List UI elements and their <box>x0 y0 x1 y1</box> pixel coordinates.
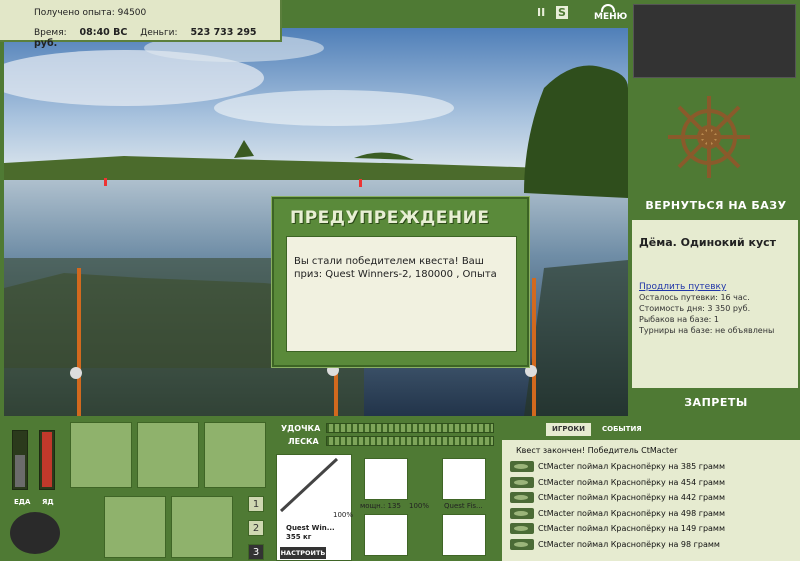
log-events: CtMacter поймал Краснопёрку на 385 грамм… <box>502 459 800 552</box>
fish-icon <box>510 538 534 550</box>
line-slot[interactable] <box>442 458 486 500</box>
vegetable-basket-slot[interactable] <box>104 496 166 558</box>
reel-percent: 100% <box>409 502 430 510</box>
menu-label: МЕНЮ <box>594 12 628 22</box>
log-event-row: CtMacter поймал Краснопёрку на 385 грамм <box>502 459 800 475</box>
fish-icon <box>510 492 534 503</box>
rod-icon <box>279 457 339 513</box>
setup-button[interactable]: НАСТРОИТЬ <box>280 547 326 559</box>
minimap-area <box>633 4 796 78</box>
event-log[interactable]: Квест закончен! Победитель CtMacter CtMa… <box>502 440 800 561</box>
log-event-text: CtMacter поймал Краснопёрку на 149 грамм <box>538 524 725 533</box>
extend-permit-link[interactable]: Продлить путевку <box>639 282 791 292</box>
experience-value: 94500 <box>117 8 147 18</box>
pause-icon[interactable]: II <box>537 6 545 19</box>
menu-button[interactable]: МЕНЮ <box>594 4 627 24</box>
log-event-row: CtMacter поймал Краснопёрку на 498 грамм <box>502 506 800 522</box>
warning-dialog[interactable]: ПРЕДУПРЕЖДЕНИЕ Вы стали победителем квес… <box>272 197 529 367</box>
log-event-text: CtMacter поймал Краснопёрку на 442 грамм <box>538 493 725 502</box>
rod-name: Quest Win... <box>286 524 335 532</box>
page-button-2[interactable]: 2 <box>248 520 264 536</box>
food-label: ЕДА <box>14 498 31 506</box>
experience-label: Получено опыта: <box>34 8 115 18</box>
log-event-row: CtMacter поймал Краснопёрку на 442 грамм <box>502 490 800 506</box>
rod-slot[interactable] <box>276 454 352 561</box>
fish-icon <box>510 523 534 534</box>
money-label: Деньги: <box>140 28 178 38</box>
poison-label: ЯД <box>42 498 54 506</box>
bait-slot[interactable] <box>442 514 486 556</box>
fish-icon <box>510 461 534 472</box>
location-info-panel: Дёма. Одинокий куст Продлить путевку Ост… <box>632 220 798 388</box>
rod-label: УДОЧКА <box>281 424 321 433</box>
tab-events[interactable]: СОБЫТИЯ <box>596 423 648 436</box>
line-caption: Quest Fis... <box>444 502 483 510</box>
line-label: ЛЕСКА <box>288 437 319 446</box>
ship-wheel-icon[interactable] <box>666 94 752 180</box>
food-gauge <box>12 430 28 490</box>
page-button-3[interactable]: 3 <box>248 544 264 560</box>
tools-slot[interactable] <box>204 422 266 488</box>
log-event-row: CtMacter поймал Краснопёрку на 98 грамм <box>502 537 800 553</box>
gear-icon <box>601 4 615 12</box>
dialog-message: Вы стали победителем квеста! Ваш приз: Q… <box>286 236 517 352</box>
reel-slot[interactable] <box>364 458 408 500</box>
player-stats-panel: Получено опыта: 94500 Время: 08:40 ВС Де… <box>0 0 282 49</box>
log-event-text: CtMacter поймал Краснопёрку на 454 грамм <box>538 477 725 487</box>
fish-icon <box>510 507 534 519</box>
return-to-base-button[interactable]: ВЕРНУТЬСЯ НА БАЗУ <box>632 199 800 212</box>
page-button-1[interactable]: 1 <box>248 496 264 512</box>
hook-slot[interactable] <box>364 514 408 556</box>
rod-weight: 355 кг <box>286 533 312 541</box>
time-value: 08:40 ВС <box>79 27 128 38</box>
bucket-slot[interactable] <box>171 496 233 558</box>
tournaments-info: Турниры на базе: не объявлены <box>639 326 775 335</box>
dialog-title: ПРЕДУПРЕЖДЕНИЕ <box>290 208 490 228</box>
sound-icon[interactable]: S <box>556 6 568 19</box>
fish-icon <box>510 476 534 488</box>
bait-bag-slot[interactable] <box>137 422 199 488</box>
tab-players[interactable]: ИГРОКИ <box>546 423 591 436</box>
fishers-count: Рыбаков на базе: 1 <box>639 315 719 324</box>
remaining-permit: Осталось путевки: 16 час. <box>639 293 750 302</box>
rod-strength-bar <box>326 423 494 433</box>
bans-button[interactable]: ЗАПРЕТЫ <box>632 396 800 409</box>
log-event-text: CtMacter поймал Краснопёрку на 98 грамм <box>538 539 720 549</box>
log-event-text: CtMacter поймал Краснопёрку на 498 грамм <box>538 508 725 518</box>
rod-percent: 100% <box>333 511 354 519</box>
location-name: Дёма. Одинокий куст <box>639 236 777 249</box>
reel-caption: мощн.: 135 <box>360 502 401 510</box>
log-event-row: CtMacter поймал Краснопёрку на 454 грамм <box>502 475 800 491</box>
log-event-text: CtMacter поймал Краснопёрку на 385 грамм <box>538 462 725 471</box>
tackle-box-slot[interactable] <box>70 422 132 488</box>
time-label: Время: <box>34 28 67 38</box>
poison-gauge <box>39 430 55 490</box>
experience-line: Получено опыта: 94500 <box>34 8 146 18</box>
line-strength-bar <box>326 436 494 446</box>
cauldron-icon[interactable] <box>10 512 60 554</box>
log-header: Квест закончен! Победитель CtMacter <box>516 446 678 455</box>
time-money-line: Время: 08:40 ВС Деньги: 523 733 295 руб. <box>34 27 280 49</box>
log-event-row: CtMacter поймал Краснопёрку на 149 грамм <box>502 521 800 537</box>
day-cost: Стоимость дня: 3 350 руб. <box>639 304 751 313</box>
